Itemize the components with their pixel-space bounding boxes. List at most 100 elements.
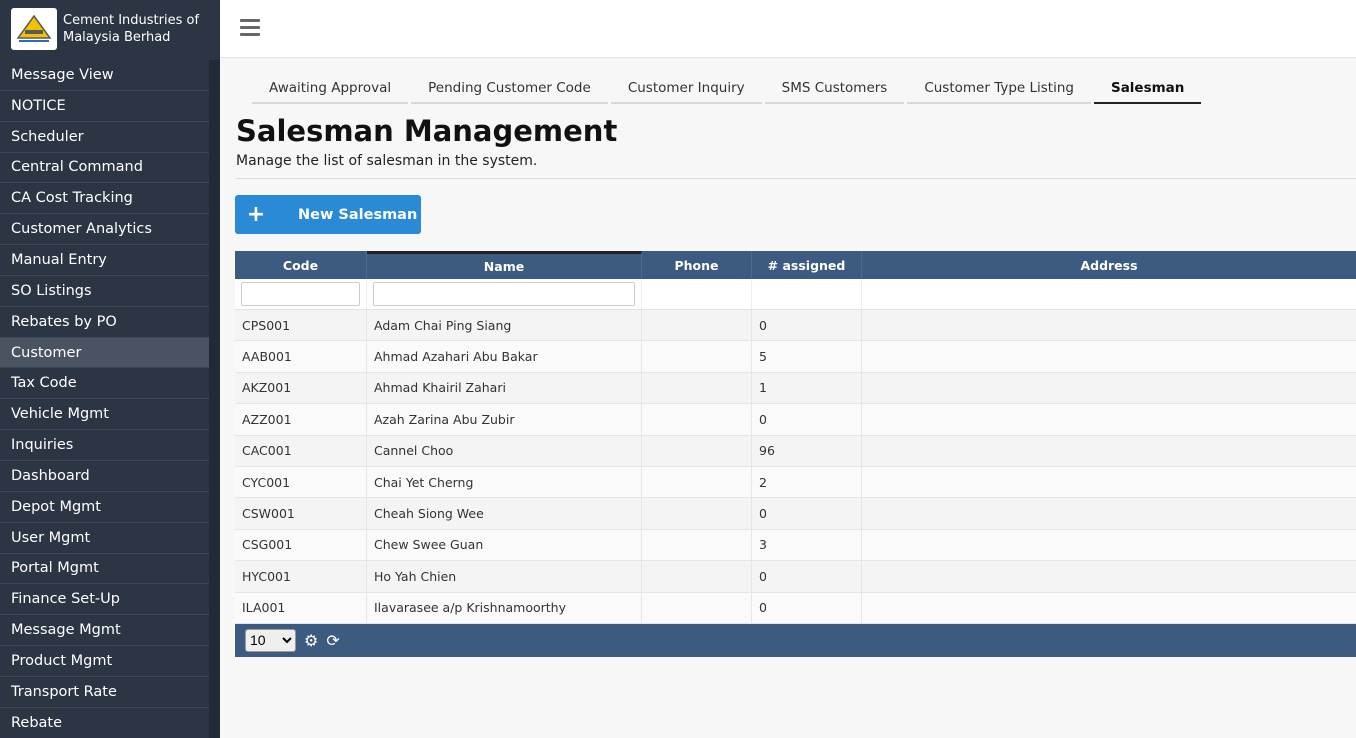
column-header-address[interactable]: Address [862, 251, 1356, 279]
cell-phone [642, 372, 752, 404]
sidebar-item-portal-mgmt[interactable]: Portal Mgmt [0, 554, 209, 585]
tab-customer-type-listing[interactable]: Customer Type Listing [907, 80, 1091, 104]
table-row[interactable]: CSG001 Chew Swee Guan 3 [235, 529, 1356, 562]
company-logo [11, 8, 57, 50]
table-body: CPS001 Adam Chai Ping Siang 0 AAB001 Ahm… [235, 310, 1356, 624]
cell-name: Cannel Choo [367, 435, 642, 466]
cell-assigned: 96 [752, 435, 862, 466]
sidebar-item-ca-cost-tracking[interactable]: CA Cost Tracking [0, 183, 209, 215]
cell-phone [642, 561, 752, 592]
hamburger-menu-icon[interactable] [240, 19, 260, 37]
cell-code: CSG001 [235, 529, 367, 561]
sidebar-item-manual-entry[interactable]: Manual Entry [0, 245, 209, 276]
name-filter-cell [367, 279, 642, 309]
cell-name: Azah Zarina Abu Zubir [367, 404, 642, 435]
gear-icon[interactable]: ⚙ [304, 631, 318, 650]
brand-name-line2: Malaysia Berhad [63, 30, 171, 45]
name-filter-input[interactable] [373, 282, 635, 306]
cell-address [862, 436, 1356, 466]
brand[interactable]: Cement Industries of Malaysia Berhad [0, 0, 220, 58]
cell-name: Chai Yet Cherng [367, 466, 642, 498]
cell-assigned: 1 [752, 372, 862, 404]
tab-sms-customers[interactable]: SMS Customers [764, 80, 905, 104]
table-row[interactable]: CSW001 Cheah Siong Wee 0 [235, 498, 1356, 530]
sidebar-item-message-view[interactable]: Message View [0, 60, 209, 91]
cell-address [862, 341, 1356, 371]
cell-address [862, 498, 1356, 528]
tab-awaiting-approval[interactable]: Awaiting Approval [252, 80, 409, 104]
sidebar-item-product-mgmt[interactable]: Product Mgmt [0, 646, 209, 677]
sidebar-item-tax-code[interactable]: Tax Code [0, 368, 209, 400]
table-row[interactable]: CPS001 Adam Chai Ping Siang 0 [235, 310, 1356, 342]
cell-assigned: 0 [752, 404, 862, 435]
table-row[interactable]: AKZ001 Ahmad Khairil Zahari 1 [235, 372, 1356, 405]
sidebar-item-vehicle-mgmt[interactable]: Vehicle Mgmt [0, 399, 209, 431]
cell-code: CYC001 [235, 466, 367, 498]
new-salesman-button[interactable]: + New Salesman [235, 195, 421, 234]
brand-name: Cement Industries of Malaysia Berhad [63, 12, 199, 46]
tab-customer-inquiry[interactable]: Customer Inquiry [610, 80, 762, 104]
cell-code: ILA001 [235, 592, 367, 623]
phone-filter-cell [642, 279, 752, 309]
table-row[interactable]: CYC001 Chai Yet Cherng 2 [235, 466, 1356, 499]
cell-assigned: 0 [752, 310, 862, 341]
column-header-phone[interactable]: Phone [642, 251, 752, 279]
sidebar-item-customer[interactable]: Customer [0, 337, 209, 369]
address-filter-cell [862, 279, 1356, 309]
sidebar-nav: Message View NOTICE Scheduler Central Co… [0, 60, 209, 738]
cell-code: AAB001 [235, 341, 367, 372]
plus-icon: + [246, 202, 266, 227]
sidebar-scrollbar[interactable] [209, 60, 220, 738]
sidebar-item-customer-analytics[interactable]: Customer Analytics [0, 214, 209, 246]
refresh-icon[interactable]: ⟳ [326, 631, 339, 650]
cell-assigned: 5 [752, 341, 862, 372]
table-row[interactable]: AAB001 Ahmad Azahari Abu Bakar 5 [235, 341, 1356, 373]
cell-phone [642, 466, 752, 498]
sidebar-item-central-command[interactable]: Central Command [0, 153, 209, 184]
cell-name: Ilavarasee a/p Krishnamoorthy [367, 592, 642, 623]
tab-pending-customer-code[interactable]: Pending Customer Code [411, 80, 608, 104]
cell-name: Ho Yah Chien [367, 561, 642, 592]
new-salesman-label: New Salesman [298, 206, 418, 223]
cell-phone [642, 529, 752, 561]
page-title: Salesman Management [236, 114, 618, 148]
table-row[interactable]: ILA001 Ilavarasee a/p Krishnamoorthy 0 [235, 592, 1356, 624]
cell-name: Cheah Siong Wee [367, 498, 642, 529]
cell-assigned: 0 [752, 561, 862, 592]
sidebar-item-dashboard[interactable]: Dashboard [0, 461, 209, 492]
cell-phone [642, 498, 752, 529]
table-footer: 10 ⚙ ⟳ [235, 623, 1356, 657]
assigned-filter-cell [752, 279, 862, 309]
sidebar: Cement Industries of Malaysia Berhad Mes… [0, 0, 220, 738]
code-filter-cell [235, 279, 367, 309]
filter-row [235, 279, 1356, 310]
sidebar-item-inquiries[interactable]: Inquiries [0, 430, 209, 461]
cell-assigned: 3 [752, 529, 862, 561]
cell-code: CSW001 [235, 498, 367, 529]
cell-code: HYC001 [235, 561, 367, 592]
tab-salesman[interactable]: Salesman [1093, 80, 1202, 104]
cell-phone [642, 435, 752, 466]
cell-assigned: 2 [752, 466, 862, 498]
table-row[interactable]: HYC001 Ho Yah Chien 0 [235, 561, 1356, 593]
sidebar-item-transport-rate[interactable]: Transport Rate [0, 677, 209, 708]
sidebar-item-user-mgmt[interactable]: User Mgmt [0, 523, 209, 554]
sidebar-item-scheduler[interactable]: Scheduler [0, 122, 209, 153]
page-size-select[interactable]: 10 [245, 628, 296, 652]
column-header-code[interactable]: Code [235, 251, 367, 279]
column-header-name[interactable]: Name [367, 251, 642, 279]
sidebar-item-so-listings[interactable]: SO Listings [0, 276, 209, 307]
table-row[interactable]: CAC001 Cannel Choo 96 [235, 435, 1356, 467]
sidebar-item-finance-set-up[interactable]: Finance Set-Up [0, 584, 209, 616]
salesman-table: Code Name Phone # assigned Address CPS00… [235, 251, 1356, 657]
sidebar-item-rebate[interactable]: Rebate [0, 708, 209, 738]
sidebar-item-rebates-by-po[interactable]: Rebates by PO [0, 307, 209, 338]
code-filter-input[interactable] [241, 282, 360, 306]
table-row[interactable]: AZZ001 Azah Zarina Abu Zubir 0 [235, 404, 1356, 436]
sidebar-item-notice[interactable]: NOTICE [0, 91, 209, 122]
cell-address [862, 593, 1356, 623]
sidebar-item-message-mgmt[interactable]: Message Mgmt [0, 615, 209, 647]
column-header-assigned[interactable]: # assigned [752, 251, 862, 279]
cell-code: CAC001 [235, 435, 367, 466]
sidebar-item-depot-mgmt[interactable]: Depot Mgmt [0, 492, 209, 523]
